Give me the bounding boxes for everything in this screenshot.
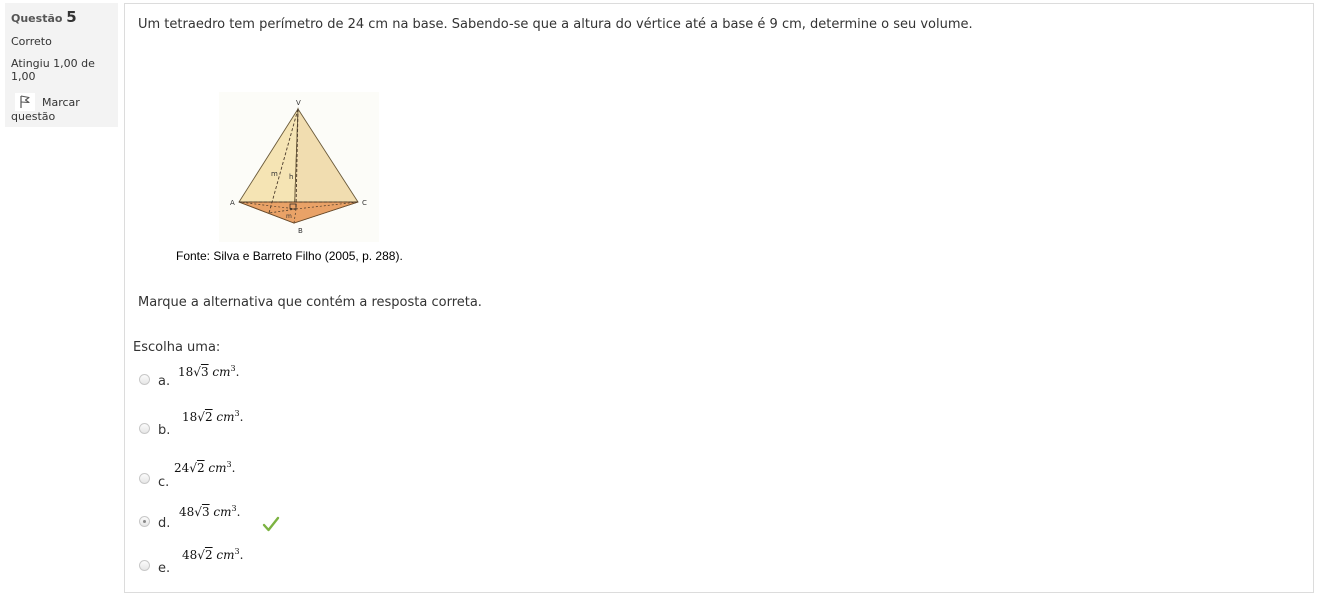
question-state: Correto	[11, 35, 52, 48]
option-a-radio[interactable]	[139, 374, 150, 385]
option-c-letter: c.	[158, 475, 170, 490]
option-c-value: 24√2 cm3.	[174, 460, 236, 475]
option-e[interactable]: e. 48√2 cm3.	[137, 547, 437, 580]
choose-one-label: Escolha uma:	[133, 340, 221, 355]
option-b[interactable]: b. 18√2 cm3.	[137, 409, 437, 443]
option-c[interactable]: c. 24√2 cm3.	[137, 460, 437, 494]
check-icon	[262, 516, 280, 532]
option-d-radio[interactable]	[139, 516, 150, 527]
figure-label-m: m	[271, 170, 278, 178]
option-e-radio[interactable]	[139, 560, 150, 571]
option-c-radio[interactable]	[139, 473, 150, 484]
question-number-value: 5	[66, 8, 77, 26]
option-d[interactable]: d. 48√3 cm3.	[137, 504, 437, 536]
option-e-value: 48√2 cm3.	[182, 547, 244, 562]
option-d-value: 48√3 cm3.	[179, 504, 241, 519]
figure-label-vertex: V	[296, 99, 301, 107]
flag-icon[interactable]	[15, 93, 35, 111]
option-a-value: 18√3 cm3.	[178, 364, 240, 379]
option-d-letter: d.	[158, 516, 171, 531]
question-info-panel: Questão 5 Correto Atingiu 1,00 de 1,00 M…	[5, 3, 118, 127]
flag-label-second-line[interactable]: questão	[11, 110, 112, 124]
question-content: Um tetraedro tem perímetro de 24 cm na b…	[124, 3, 1314, 593]
figure-label-base-m: m	[286, 213, 292, 220]
question-grade: Atingiu 1,00 de 1,00	[11, 57, 95, 83]
option-a-letter: a.	[158, 374, 171, 389]
figure-label-b: B	[298, 227, 303, 235]
option-b-value: 18√2 cm3.	[182, 409, 244, 424]
flag-question-toggle[interactable]: Marcar questão	[11, 93, 112, 124]
option-b-letter: b.	[158, 423, 171, 438]
question-prompt: Marque a alternativa que contém a respos…	[138, 295, 482, 310]
option-b-radio[interactable]	[139, 423, 150, 434]
pyramid-figure: V A C B m h m	[219, 92, 379, 242]
figure-caption: Fonte: Silva e Barreto Filho (2005, p. 2…	[176, 249, 403, 263]
figure-label-c: C	[362, 199, 367, 207]
figure-label-a: A	[230, 199, 235, 207]
question-number: Questão 5	[11, 9, 112, 27]
option-a[interactable]: a. 18√3 cm3.	[137, 364, 437, 392]
option-e-letter: e.	[158, 561, 171, 576]
question-label: Questão	[11, 12, 63, 25]
figure-label-h: h	[289, 173, 293, 181]
question-text: Um tetraedro tem perímetro de 24 cm na b…	[138, 17, 973, 32]
